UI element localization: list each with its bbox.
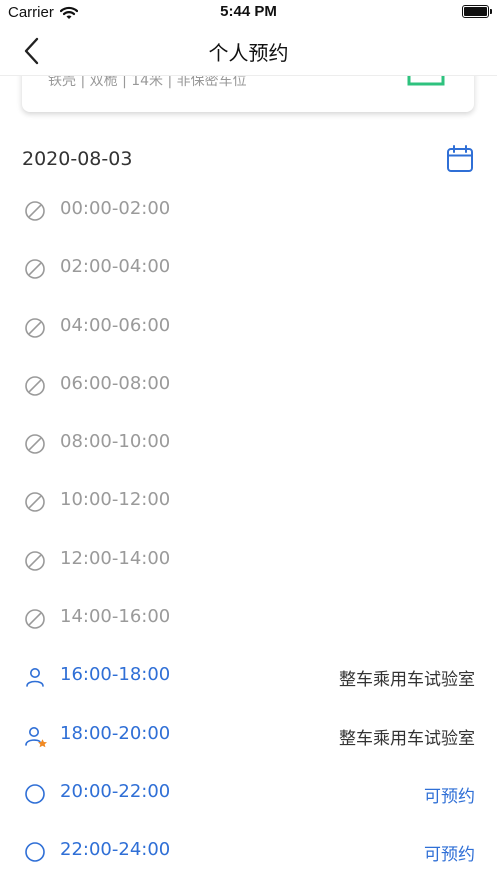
date-row: 2020-08-03 xyxy=(0,140,497,176)
status-bar: Carrier 5:44 PM xyxy=(0,0,497,26)
slot-time: 22:00-24:00 xyxy=(60,839,171,861)
selected-date: 2020-08-03 xyxy=(22,148,133,170)
slot-status: 整车乘用车试验室 xyxy=(339,728,475,749)
nav-bar: 个人预约 xyxy=(0,26,497,76)
calendar-button[interactable] xyxy=(445,144,475,178)
slot-status[interactable]: 可预约 xyxy=(424,782,475,807)
slot-time: 08:00-10:00 xyxy=(60,431,171,453)
slot-time: 10:00-12:00 xyxy=(60,489,171,511)
time-slot-row[interactable]: 10:00-12:00 xyxy=(0,472,497,530)
slot-time: 14:00-16:00 xyxy=(60,606,171,628)
time-slot-row[interactable]: 00:00-02:00 xyxy=(0,181,497,239)
slot-time: 16:00-18:00 xyxy=(60,664,171,686)
time-slot-row[interactable]: 14:00-16:00 xyxy=(0,589,497,647)
no-entry-icon xyxy=(24,200,46,222)
time-slot-row[interactable]: 04:00-06:00 xyxy=(0,298,497,356)
battery-level xyxy=(464,7,487,16)
no-entry-icon xyxy=(24,375,46,397)
time-slot-row[interactable]: 20:00-22:00 可预约 xyxy=(0,764,497,822)
slot-time: 04:00-06:00 xyxy=(60,314,171,336)
slot-time: 06:00-08:00 xyxy=(60,372,171,394)
circle-icon xyxy=(24,783,46,805)
no-entry-icon xyxy=(24,317,46,339)
no-entry-icon xyxy=(24,433,46,455)
time-slot-row[interactable]: 18:00-20:00 整车乘用车试验室 xyxy=(0,706,497,764)
time-slot-row[interactable]: 08:00-10:00 xyxy=(0,414,497,472)
slot-status[interactable]: 可预约 xyxy=(424,840,475,865)
page-title: 个人预约 xyxy=(208,41,289,65)
no-entry-icon xyxy=(24,491,46,513)
time-slot-row[interactable]: 02:00-04:00 xyxy=(0,239,497,297)
time-slot-row[interactable]: 22:00-24:00 可预约 xyxy=(0,822,497,880)
slot-status: 整车乘用车试验室 xyxy=(339,670,475,691)
person-star-icon xyxy=(24,725,47,747)
person-icon xyxy=(24,666,46,688)
slot-time: 20:00-22:00 xyxy=(60,780,171,802)
time-slot-list: 00:00-02:00 02:00-04:00 04:00-06:00 06:00-0… xyxy=(0,181,497,881)
slot-time: 00:00-02:00 xyxy=(60,198,171,219)
slot-time: 02:00-04:00 xyxy=(60,256,171,278)
no-entry-icon xyxy=(24,258,46,280)
time-slot-row[interactable]: 12:00-14:00 xyxy=(0,531,497,589)
slot-time: 12:00-14:00 xyxy=(60,547,171,569)
no-entry-icon xyxy=(24,550,46,572)
circle-icon xyxy=(24,841,46,863)
slot-time: 18:00-20:00 xyxy=(60,722,171,744)
calendar-icon xyxy=(447,145,473,172)
no-entry-icon xyxy=(24,608,46,630)
time-slot-row[interactable]: 06:00-08:00 xyxy=(0,356,497,414)
status-time: 5:44 PM xyxy=(220,3,277,20)
battery-icon xyxy=(462,5,492,18)
time-slot-row[interactable]: 16:00-18:00 整车乘用车试验室 xyxy=(0,647,497,705)
